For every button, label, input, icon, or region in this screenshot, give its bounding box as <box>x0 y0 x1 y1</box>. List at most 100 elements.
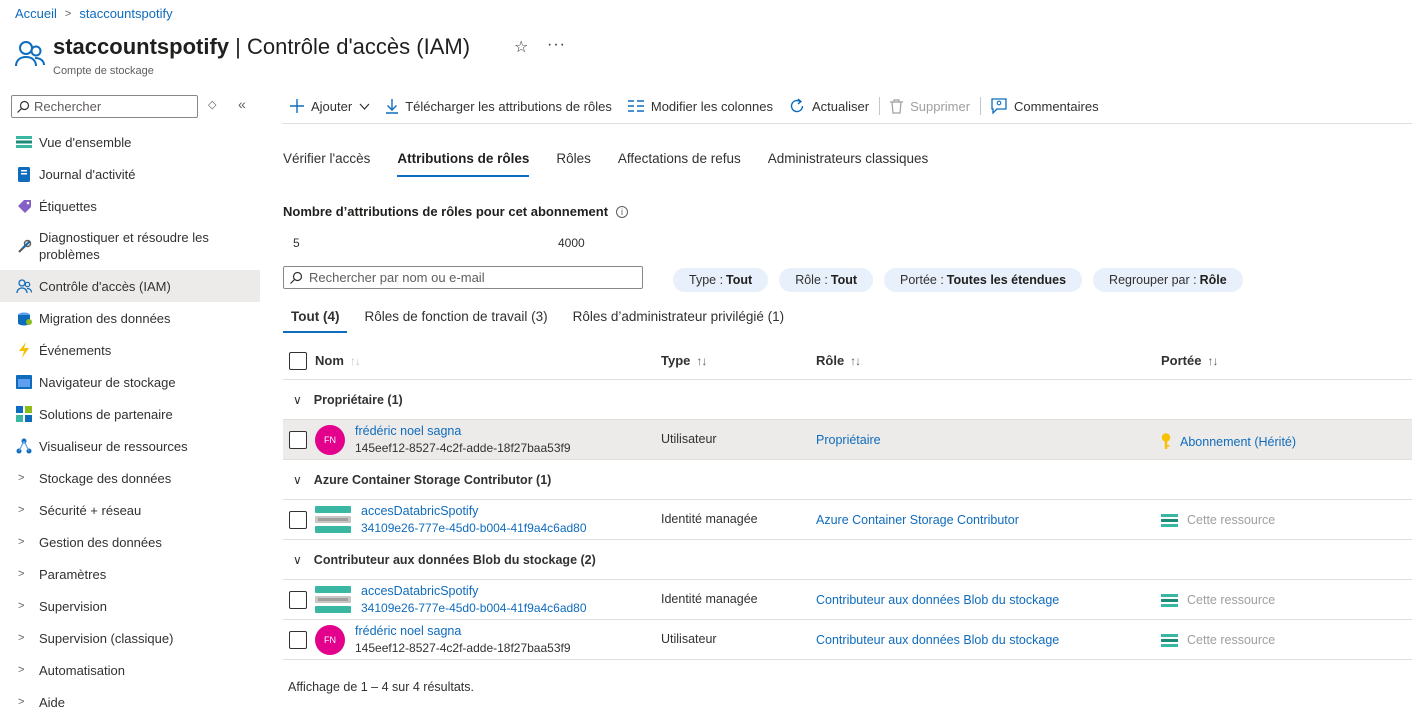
people-icon <box>15 41 45 67</box>
filter-value: Rôle <box>1199 273 1227 287</box>
sidebar-item-events[interactable]: Événements <box>0 334 260 366</box>
table-row[interactable]: FN frédéric noel sagna 145eef12-8527-4c2… <box>283 620 1412 660</box>
more-options-icon[interactable]: ··· <box>547 36 566 54</box>
filter-value: Tout <box>726 273 753 287</box>
edit-columns-button[interactable]: Modifier les colonnes <box>620 91 781 121</box>
role-link[interactable]: Propriétaire <box>816 433 881 447</box>
tab-check-access[interactable]: Vérifier l'accès <box>283 148 370 177</box>
sidebar-group-settings[interactable]: > Paramètres <box>0 558 260 590</box>
group-header-blob-contributor[interactable]: ∨ Contributeur aux données Blob du stocka… <box>283 540 1412 580</box>
sidebar-item-diagnose[interactable]: Diagnostiquer et résoudre les problèmes <box>0 222 260 270</box>
sidebar-group-label: Stockage des données <box>39 470 172 486</box>
sidebar-group-monitoring-classic[interactable]: > Supervision (classique) <box>0 622 260 654</box>
table-row[interactable]: accesDatabricSpotify 34109e26-777e-45d0-… <box>283 500 1412 540</box>
row-checkbox[interactable] <box>289 431 307 449</box>
column-label: Rôle <box>816 353 845 368</box>
filter-type-pill[interactable]: Type : Tout <box>673 268 769 292</box>
sidebar-item-data-migration[interactable]: Migration des données <box>0 302 260 334</box>
breadcrumb-home-link[interactable]: Accueil <box>15 6 57 21</box>
column-label: Type <box>661 353 691 368</box>
refresh-button[interactable]: Actualiser <box>781 91 877 121</box>
feedback-icon <box>991 98 1007 114</box>
principal-id: 34109e26-777e-45d0-b004-41f9a4c6ad80 <box>361 521 587 535</box>
group-header-container-storage[interactable]: ∨ Azure Container Storage Contributor (1) <box>283 460 1412 500</box>
table-row[interactable]: FN frédéric noel sagna 145eef12-8527-4c2… <box>283 420 1412 460</box>
add-button[interactable]: Ajouter <box>282 91 378 121</box>
principal-name-link[interactable]: frédéric noel sagna <box>355 624 461 638</box>
sidebar-group-help[interactable]: > Aide <box>0 686 260 718</box>
name-email-search-input[interactable]: Rechercher par nom ou e-mail <box>283 266 643 289</box>
sidebar-item-partner-solutions[interactable]: Solutions de partenaire <box>0 398 260 430</box>
chevron-right-icon: > <box>64 7 72 20</box>
favorite-star-icon[interactable]: ☆ <box>514 37 528 57</box>
tab-all[interactable]: Tout (4) <box>283 306 348 333</box>
row-checkbox[interactable] <box>289 511 307 529</box>
sidebar-group-data-storage[interactable]: > Stockage des données <box>0 462 260 494</box>
tab-job-function-roles[interactable]: Rôles de fonction de travail (3) <box>356 306 555 333</box>
sidebar-item-resource-visualizer[interactable]: Visualiseur de ressources <box>0 430 260 462</box>
group-by-pill[interactable]: Regrouper par : Rôle <box>1093 268 1243 292</box>
tab-deny-assignments[interactable]: Affectations de refus <box>618 148 741 177</box>
page-subtitle: Compte de stockage <box>53 65 154 77</box>
filter-scope-pill[interactable]: Portée : Toutes les étendues <box>884 268 1083 292</box>
toolbar-divider <box>879 97 881 115</box>
sidebar-group-automation[interactable]: > Automatisation <box>0 654 260 686</box>
collapse-sidebar-icon[interactable]: « <box>238 96 246 112</box>
tab-role-assignments[interactable]: Attributions de rôles <box>397 148 530 177</box>
sidebar-item-overview[interactable]: Vue d'ensemble <box>0 126 260 158</box>
sidebar-item-activity-log[interactable]: Journal d'activité <box>0 158 260 190</box>
page-title-section: | Contrôle d'accès (IAM) <box>229 34 471 59</box>
role-link[interactable]: Contributeur aux données Blob du stockag… <box>816 593 1059 607</box>
role-assignments-table: Nom ↑↓ Type ↑↓ Rôle ↑↓ Portée ↑↓ ∨ Propriétai… <box>283 342 1412 660</box>
sidebar-search-input[interactable]: Rechercher <box>11 95 198 118</box>
sort-icon: ↑↓ <box>349 353 361 368</box>
column-label: Portée <box>1161 353 1202 368</box>
sidebar-item-tags[interactable]: Étiquettes <box>0 190 260 222</box>
download-role-assignments-button[interactable]: Télécharger les attributions de rôles <box>378 91 620 121</box>
sidebar-group-monitoring[interactable]: > Supervision <box>0 590 260 622</box>
group-label: Propriétaire (1) <box>313 392 403 407</box>
group-header-owner[interactable]: ∨ Propriétaire (1) <box>283 380 1412 420</box>
type-cell: Identité managée <box>661 592 758 606</box>
delete-button[interactable]: Supprimer <box>882 91 978 121</box>
column-name-header[interactable]: Nom ↑↓ <box>315 342 361 379</box>
column-scope-header[interactable]: Portée ↑↓ <box>1161 342 1218 379</box>
feedback-button[interactable]: Commentaires <box>983 91 1107 121</box>
type-cell: Identité managée <box>661 512 758 526</box>
sidebar-item-label: Solutions de partenaire <box>39 406 173 422</box>
group-label: Contributeur aux données Blob du stockag… <box>313 552 596 567</box>
sort-icon: ↑↓ <box>1207 353 1218 368</box>
filter-role-pill[interactable]: Rôle : Tout <box>779 268 874 292</box>
tab-roles[interactable]: Rôles <box>556 148 591 177</box>
breadcrumb-resource-link[interactable]: staccountspotify <box>79 6 172 21</box>
column-role-header[interactable]: Rôle ↑↓ <box>816 342 861 379</box>
sidebar-group-data-management[interactable]: > Gestion des données <box>0 526 260 558</box>
sidebar-item-label: Contrôle d'accès (IAM) <box>39 278 171 294</box>
info-icon[interactable]: i <box>616 205 629 218</box>
role-link[interactable]: Contributeur aux données Blob du stockag… <box>816 633 1059 647</box>
principal-name-link[interactable]: frédéric noel sagna <box>355 424 461 438</box>
expand-collapse-icon[interactable]: ◇ <box>208 98 216 111</box>
filter-key: Portée : <box>900 273 944 287</box>
principal-name-link[interactable]: accesDatabricSpotify <box>361 504 478 518</box>
sidebar-item-storage-browser[interactable]: Navigateur de stockage <box>0 366 260 398</box>
scope-cell[interactable]: Abonnement (Hérité) <box>1161 433 1296 450</box>
command-bar: Ajouter Télécharger les attributions de … <box>282 91 1107 121</box>
row-checkbox[interactable] <box>289 591 307 609</box>
tab-privileged-admin-roles[interactable]: Rôles d’administrateur privilégié (1) <box>565 306 793 333</box>
sidebar-item-iam[interactable]: Contrôle d'accès (IAM) <box>0 270 260 302</box>
principal-name-link[interactable]: accesDatabricSpotify <box>361 584 478 598</box>
select-all-checkbox[interactable] <box>289 351 307 370</box>
column-type-header[interactable]: Type ↑↓ <box>661 342 707 379</box>
sidebar-group-security-network[interactable]: > Sécurité + réseau <box>0 494 260 526</box>
row-checkbox[interactable] <box>289 631 307 649</box>
tab-classic-administrators[interactable]: Administrateurs classiques <box>768 148 929 177</box>
storage-account-icon <box>1161 593 1178 607</box>
table-row[interactable]: accesDatabricSpotify 34109e26-777e-45d0-… <box>283 580 1412 620</box>
iam-tabs: Vérifier l'accès Attributions de rôles R… <box>283 148 955 177</box>
sidebar-group-label: Sécurité + réseau <box>39 502 142 518</box>
results-summary: Affichage de 1 – 4 sur 4 résultats. <box>288 680 474 694</box>
role-link[interactable]: Azure Container Storage Contributor <box>816 513 1019 527</box>
search-icon <box>290 271 303 284</box>
sidebar-nav: Vue d'ensemble Journal d'activité Étique… <box>0 126 260 718</box>
